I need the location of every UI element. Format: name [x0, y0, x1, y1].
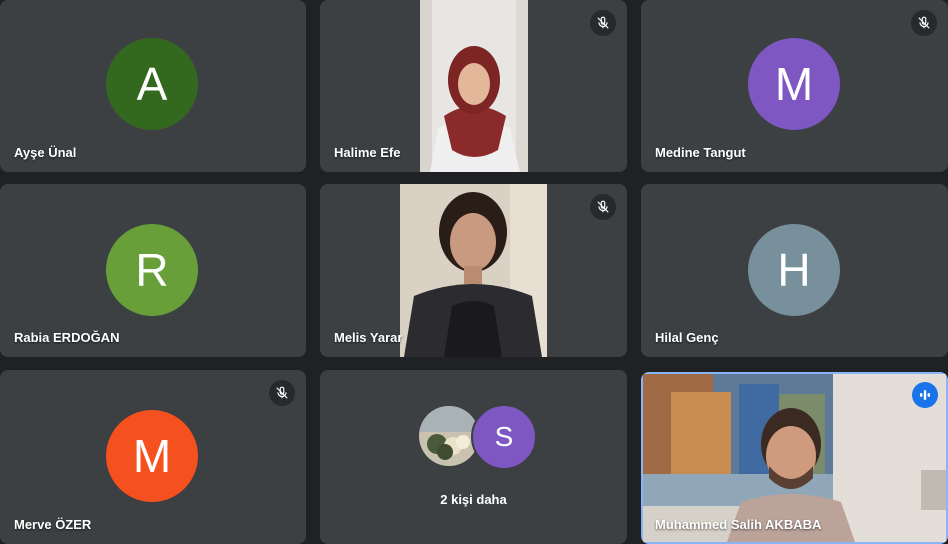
participant-name: Merve ÖZER [14, 517, 92, 532]
participant-name: Melis Yarar [334, 330, 403, 345]
more-participants-label: 2 kişi daha [440, 492, 507, 507]
participant-tile-melis-yarar[interactable]: Melis Yarar [320, 184, 627, 357]
participant-video [400, 184, 547, 357]
participant-tile-hilal-genc[interactable]: H Hilal Genç [641, 184, 948, 357]
avatar-initial: H [777, 244, 811, 296]
participant-tile-merve-ozer[interactable]: M Merve ÖZER [0, 370, 306, 544]
participant-tile-medine-tangut[interactable]: M Medine Tangut [641, 0, 948, 172]
mic-off-icon [590, 10, 616, 36]
avatar-initial: M [774, 58, 814, 110]
mic-off-icon [269, 380, 295, 406]
mic-off-icon [590, 194, 616, 220]
participant-name: Hilal Genç [655, 330, 719, 345]
participant-name: Muhammed Salih AKBABA [655, 517, 822, 532]
avatar-initial: M [132, 430, 172, 482]
participant-tile-rabia-erdogan[interactable]: R Rabia ERDOĞAN [0, 184, 306, 357]
avatar-initial: R [135, 244, 169, 296]
participant-name: Rabia ERDOĞAN [14, 330, 120, 345]
participant-name: Ayşe Ünal [14, 145, 77, 160]
avatar-initial: S [494, 421, 514, 452]
participant-video [420, 0, 528, 172]
avatar: S [471, 404, 537, 470]
avatar: R [106, 224, 198, 316]
speaking-indicator-icon [912, 382, 938, 408]
participant-name: Medine Tangut [655, 145, 746, 160]
avatar-initial: A [136, 58, 168, 110]
mic-off-icon [911, 10, 937, 36]
participant-name: Halime Efe [334, 145, 401, 160]
avatar: H [748, 224, 840, 316]
avatar: M [106, 410, 198, 502]
more-participants-tile[interactable]: S 2 kişi daha [320, 370, 627, 544]
avatar: A [106, 38, 198, 130]
participant-tile-ayse-unal[interactable]: A Ayşe Ünal [0, 0, 306, 172]
avatar: M [748, 38, 840, 130]
participant-tile-halime-efe[interactable]: Halime Efe [320, 0, 627, 172]
participant-tile-muhammed-salih-akbaba[interactable]: Muhammed Salih AKBABA [641, 372, 948, 544]
